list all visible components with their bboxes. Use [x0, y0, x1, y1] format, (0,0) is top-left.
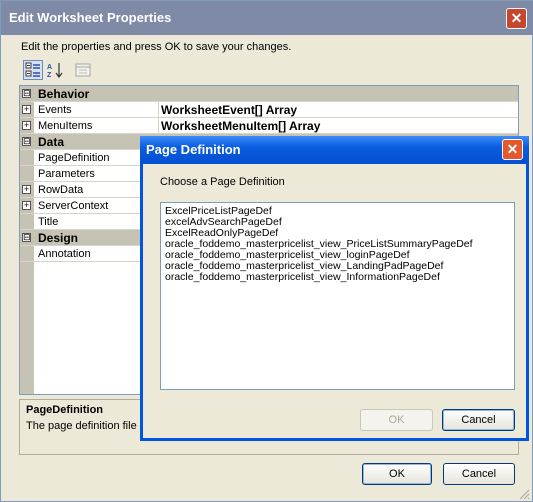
- grid-row-name: MenuItems: [38, 120, 93, 132]
- modal-ok-button[interactable]: OK: [360, 409, 433, 431]
- modal-prompt: Choose a Page Definition: [160, 176, 285, 188]
- expand-icon[interactable]: +: [22, 185, 31, 194]
- grid-row-value[interactable]: WorksheetEvent[] Array: [158, 103, 297, 119]
- grid-row-name: Data: [38, 135, 65, 149]
- svg-text:A: A: [47, 64, 52, 71]
- grid-row-name: Events: [38, 104, 72, 116]
- grid-row-name: Title: [38, 216, 59, 228]
- categorized-button[interactable]: [23, 60, 43, 80]
- dialog-title: Edit Worksheet Properties: [9, 10, 172, 25]
- property-grid-toolbar: A Z: [21, 59, 101, 81]
- modal-title-bar[interactable]: Page Definition ✕: [140, 136, 529, 164]
- modal-cancel-button[interactable]: Cancel: [442, 409, 515, 431]
- close-button[interactable]: ✕: [506, 8, 527, 29]
- collapse-icon[interactable]: ⊟: [22, 137, 31, 146]
- grid-row-name: RowData: [38, 184, 84, 196]
- modal-title: Page Definition: [146, 142, 241, 157]
- grid-category-row[interactable]: ⊟ Behavior: [20, 86, 518, 102]
- property-pages-icon: [75, 63, 91, 77]
- collapse-icon[interactable]: ⊟: [22, 89, 31, 98]
- page-definition-item[interactable]: oracle_foddemo_masterpricelist_view_Info…: [165, 272, 510, 283]
- alphabetical-button[interactable]: A Z: [45, 60, 65, 80]
- page-definition-list[interactable]: ExcelPriceListPageDef excelAdvSearchPageD…: [160, 202, 515, 390]
- categorized-icon: [25, 62, 40, 77]
- modal-close-button[interactable]: ✕: [502, 139, 523, 160]
- grid-row-name: Behavior: [38, 87, 90, 101]
- alphabetical-icon: A Z: [47, 63, 63, 79]
- description-title: PageDefinition: [26, 404, 104, 416]
- resize-grip-icon[interactable]: [517, 487, 531, 501]
- description-text: The page definition file a: [26, 420, 146, 432]
- expand-icon[interactable]: +: [22, 105, 31, 114]
- expand-icon[interactable]: +: [22, 121, 31, 130]
- grid-row-value[interactable]: WorksheetMenuItem[] Array: [158, 119, 320, 135]
- grid-row-name: Annotation: [38, 248, 91, 260]
- cancel-button[interactable]: Cancel: [443, 463, 515, 485]
- svg-text:Z: Z: [47, 72, 52, 79]
- grid-property-row[interactable]: + Events WorksheetEvent[] Array: [20, 102, 518, 119]
- ok-button[interactable]: OK: [362, 463, 432, 485]
- grid-row-name: PageDefinition: [38, 152, 110, 164]
- grid-row-name: ServerContext: [38, 200, 109, 212]
- grid-property-row[interactable]: + MenuItems WorksheetMenuItem[] Array: [20, 118, 518, 135]
- grid-row-name: Parameters: [38, 168, 95, 180]
- page-definition-dialog: Page Definition ✕ Choose a Page Definiti…: [140, 136, 529, 441]
- grid-row-name: Design: [38, 231, 79, 245]
- property-pages-button[interactable]: [73, 60, 93, 80]
- instructions-text: Edit the properties and press OK to save…: [21, 41, 292, 53]
- dialog-title-bar[interactable]: Edit Worksheet Properties ✕: [1, 1, 533, 35]
- expand-icon[interactable]: +: [22, 201, 31, 210]
- collapse-icon[interactable]: ⊟: [22, 233, 31, 242]
